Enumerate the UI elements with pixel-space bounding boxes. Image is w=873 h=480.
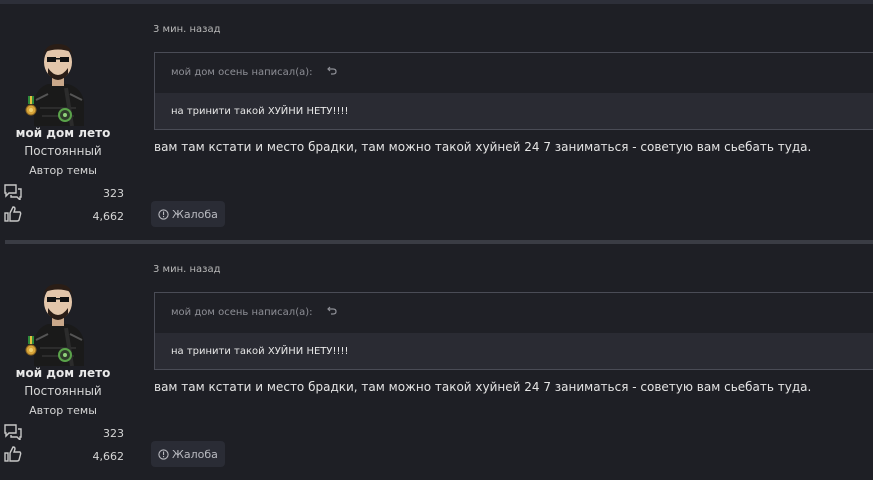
- info-circle-icon: [158, 448, 169, 460]
- speech-bubbles-icon: [4, 184, 22, 200]
- post-author: мой дом лето Постоянный Автор темы 323 4…: [0, 244, 140, 480]
- post: мой дом лето Постоянный Автор темы 323 4…: [0, 244, 873, 480]
- quote-text: на тринити такой ХУЙНИ НЕТУ!!!!: [171, 106, 349, 117]
- likes-count: 4,662: [92, 210, 125, 223]
- speech-bubbles-icon: [4, 424, 22, 440]
- jump-back-arrow-icon[interactable]: [327, 305, 337, 315]
- medal-icon: [25, 96, 37, 116]
- message-count: 323: [103, 427, 124, 440]
- thread-author-badge: Автор темы: [29, 404, 97, 417]
- report-button[interactable]: Жалоба: [151, 441, 225, 467]
- quote-body: на тринити такой ХУЙНИ НЕТУ!!!!: [155, 333, 873, 369]
- report-button[interactable]: Жалоба: [151, 201, 225, 227]
- post-message: вам там кстати и место брадки, там можно…: [154, 380, 812, 394]
- report-label: Жалоба: [172, 207, 218, 221]
- post: мой дом лето Постоянный Автор темы 323 4…: [0, 4, 873, 240]
- post-timestamp[interactable]: 3 мин. назад: [153, 24, 221, 35]
- user-rank: Постоянный: [24, 144, 102, 158]
- quote-block: мой дом осень написал(а): на тринити так…: [154, 52, 873, 130]
- username[interactable]: мой дом лето: [0, 126, 126, 140]
- online-status-icon: [58, 348, 72, 362]
- thumbs-up-icon: [4, 446, 22, 462]
- info-circle-icon: [158, 208, 169, 220]
- quote-author-label: мой дом осень написал(а):: [171, 307, 313, 318]
- quote-body: на тринити такой ХУЙНИ НЕТУ!!!!: [155, 93, 873, 129]
- report-label: Жалоба: [172, 447, 218, 461]
- username[interactable]: мой дом лето: [0, 366, 126, 380]
- quote-block: мой дом осень написал(а): на тринити так…: [154, 292, 873, 370]
- quote-header[interactable]: мой дом осень написал(а):: [155, 293, 873, 333]
- thread-author-badge: Автор темы: [29, 164, 97, 177]
- post-message: вам там кстати и место брадки, там можно…: [154, 140, 812, 154]
- quote-author-label: мой дом осень написал(а):: [171, 67, 313, 78]
- thumbs-up-icon: [4, 206, 22, 222]
- message-count: 323: [103, 187, 124, 200]
- post-timestamp[interactable]: 3 мин. назад: [153, 264, 221, 275]
- post-author: мой дом лето Постоянный Автор темы 323 4…: [0, 4, 140, 240]
- user-rank: Постоянный: [24, 384, 102, 398]
- quote-header[interactable]: мой дом осень написал(а):: [155, 53, 873, 93]
- jump-back-arrow-icon[interactable]: [327, 65, 337, 75]
- medal-icon: [25, 336, 37, 356]
- online-status-icon: [58, 108, 72, 122]
- quote-text: на тринити такой ХУЙНИ НЕТУ!!!!: [171, 346, 349, 357]
